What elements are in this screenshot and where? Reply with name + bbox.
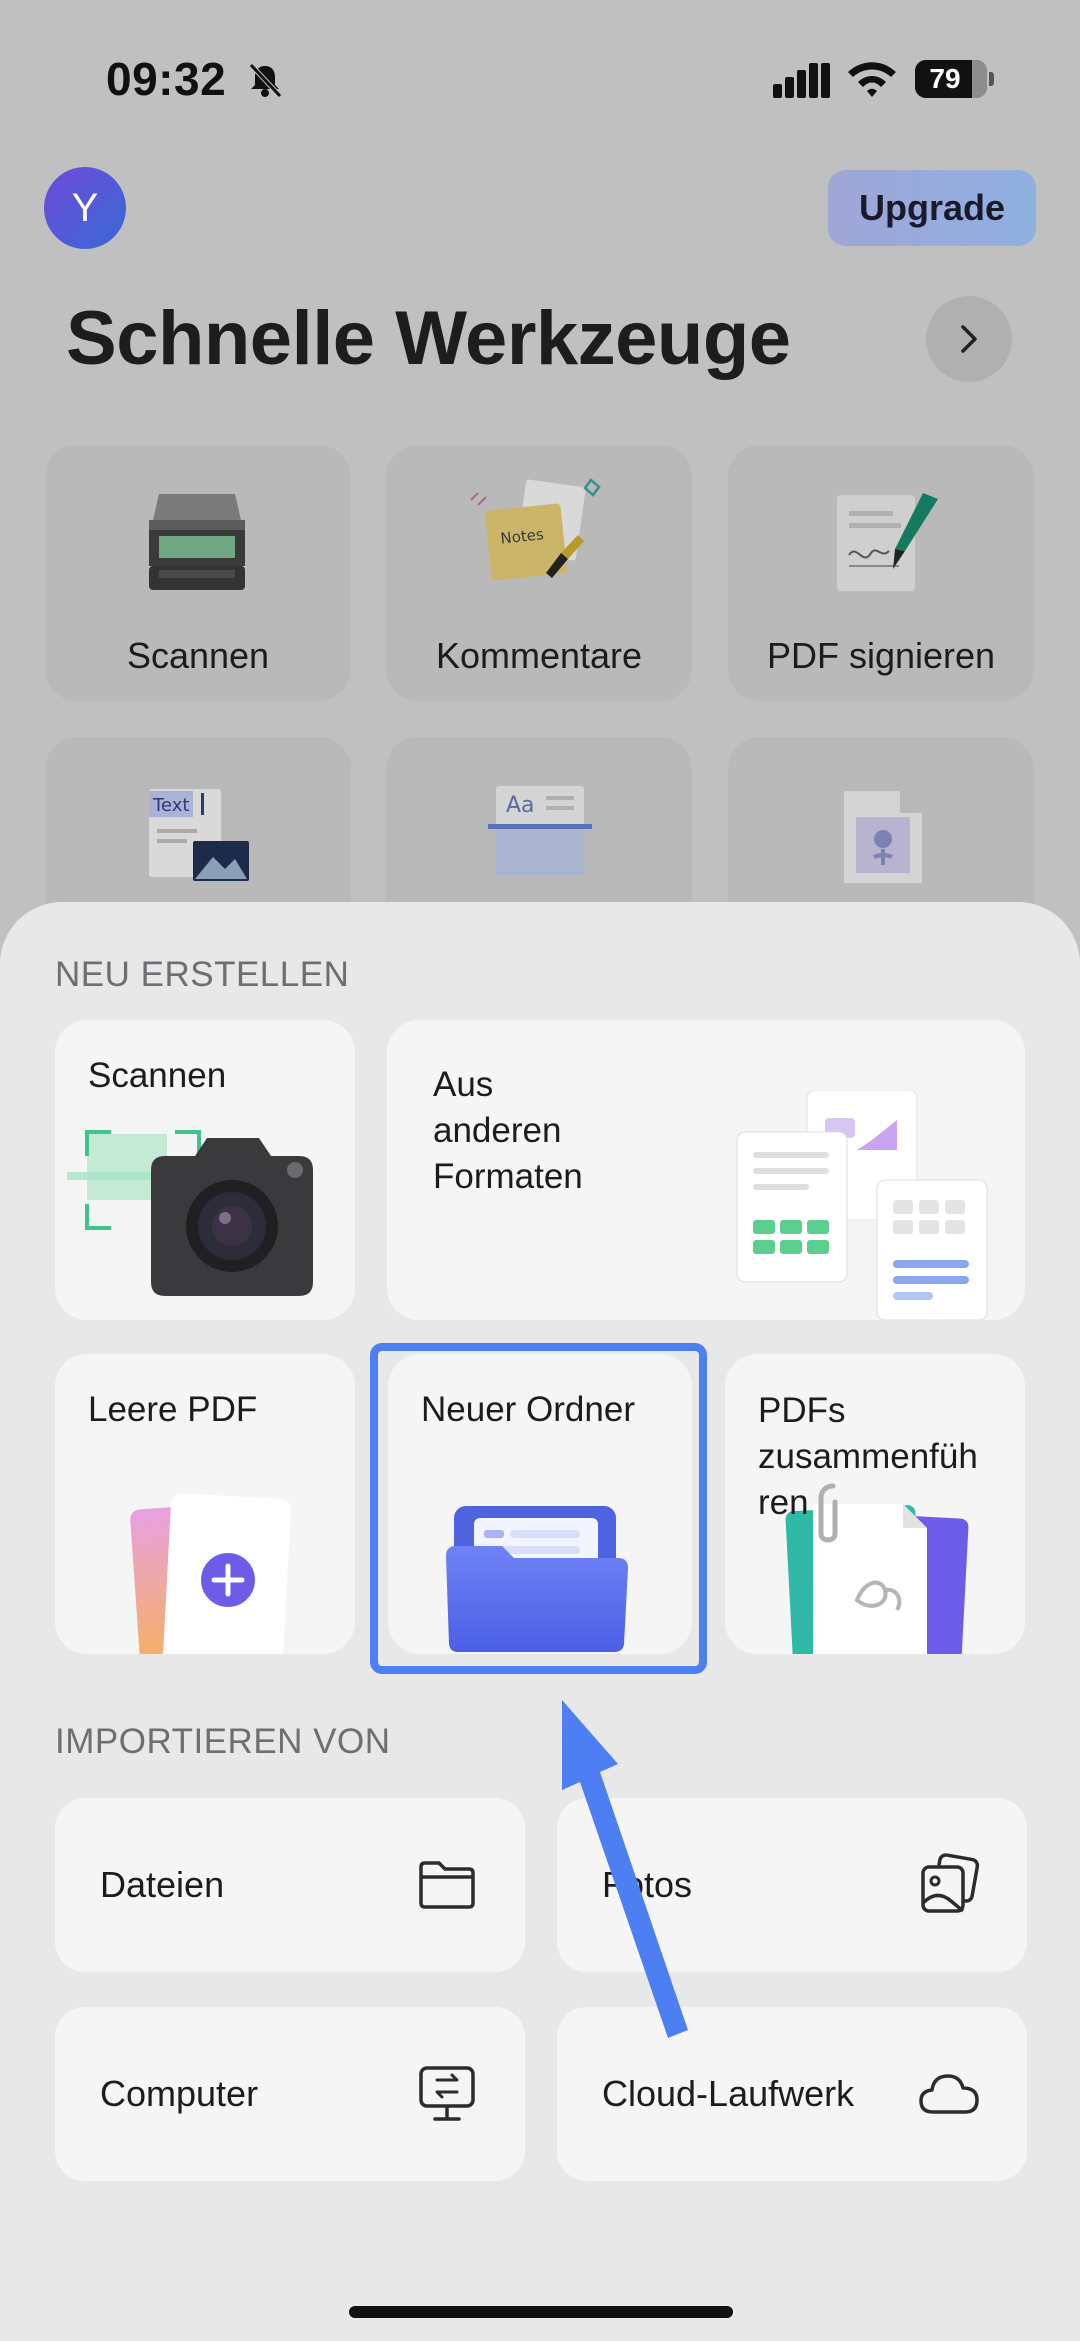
tool-label: Kommentare [435, 635, 643, 676]
tool-comments[interactable]: Notes Kommentare [386, 445, 692, 701]
create-merge-label: PDFs zusammenfüh ren [758, 1388, 978, 1526]
font-scan-icon: Aa [488, 786, 592, 875]
create-merge-pdf-card[interactable]: PDFs zusammenfüh ren [725, 1354, 1025, 1654]
create-formats-label: Aus anderen Formaten [433, 1062, 583, 1200]
new-folder-highlight [370, 1343, 707, 1674]
merge-label-line1: PDFs [758, 1391, 846, 1430]
cloud-icon [919, 2074, 979, 2114]
create-scan-label: Scannen [88, 1056, 227, 1095]
status-bar: 09:32 79 [0, 0, 1080, 160]
tool-sign[interactable]: PDF signieren [728, 445, 1034, 701]
camera-icon [67, 1130, 313, 1296]
avatar[interactable]: Y [44, 167, 126, 249]
folder-outline-icon [419, 1861, 475, 1909]
formats-label-line1: Aus [433, 1065, 494, 1104]
battery-icon: 79 [915, 60, 987, 98]
merge-label-line2: zusammenfüh [758, 1437, 978, 1476]
bell-slash-icon [249, 63, 282, 98]
create-blank-label: Leere PDF [88, 1390, 258, 1429]
image-file-icon [844, 791, 922, 883]
wifi-icon [848, 62, 896, 97]
merge-label-line3: ren [758, 1483, 809, 1522]
import-computer-label: Computer [100, 2073, 259, 2114]
blank-pdf-plus-icon [130, 1493, 291, 1654]
battery-level: 79 [929, 63, 961, 94]
file-formats-icon [736, 1090, 988, 1320]
home-indicator[interactable] [349, 2306, 733, 2318]
chevron-right-icon [961, 325, 977, 353]
notes-icon: Notes [470, 478, 601, 581]
annotation-arrow-icon [562, 1700, 688, 2038]
see-all-tools-button[interactable] [926, 296, 1012, 382]
cellular-signal-icon [773, 63, 830, 98]
import-files-label: Dateien [100, 1864, 225, 1905]
status-time: 09:32 [106, 53, 227, 105]
scanner-icon [149, 494, 245, 590]
tool-label: Scannen [126, 635, 270, 676]
computer-transfer-icon [419, 2066, 475, 2121]
import-files-button[interactable]: Dateien [55, 1798, 525, 1972]
tool-scan[interactable]: Scannen [45, 445, 351, 701]
create-blank-pdf-card[interactable]: Leere PDF [55, 1354, 355, 1654]
text-image-icon: Text [149, 789, 249, 881]
battery-cap [989, 72, 994, 86]
page-title: Schnelle Werkzeuge [66, 296, 791, 381]
formats-label-line2: anderen [433, 1111, 562, 1150]
tool-label: PDF signieren [766, 635, 996, 676]
sign-pen-icon [837, 493, 938, 591]
font-scan-icon-text: Aa [506, 793, 535, 818]
import-computer-button[interactable]: Computer [55, 2007, 525, 2181]
formats-label-line3: Formaten [433, 1157, 583, 1196]
create-scan-card[interactable]: Scannen [55, 1020, 355, 1320]
section-title-create: NEU ERSTELLEN [55, 955, 350, 994]
text-image-icon-text: Text [152, 795, 189, 816]
upgrade-button[interactable]: Upgrade [828, 170, 1036, 246]
photos-icon [921, 1853, 980, 1913]
create-from-formats-card[interactable]: Aus anderen Formaten [387, 1020, 1025, 1320]
section-title-import: IMPORTIEREN VON [55, 1722, 391, 1761]
